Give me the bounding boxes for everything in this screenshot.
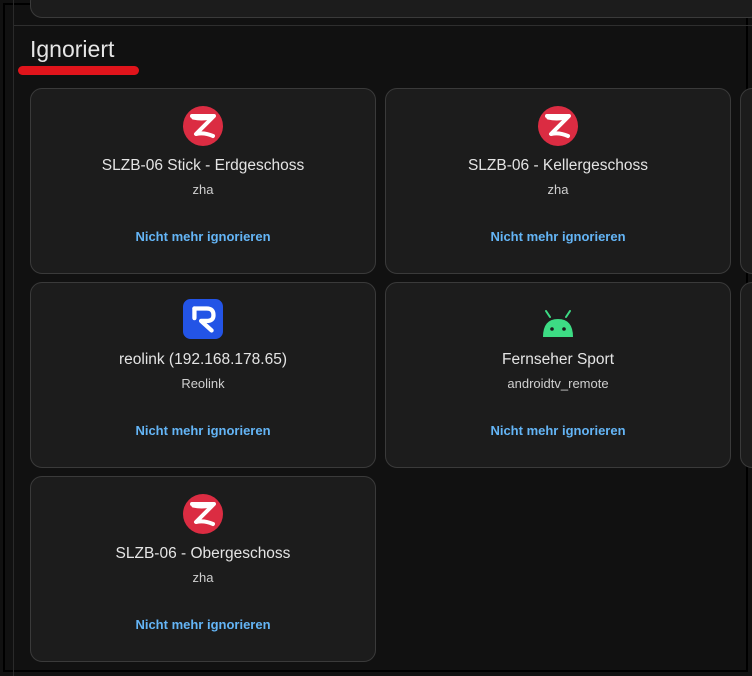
card-title: SLZB-06 - Kellergeschoss (467, 157, 649, 174)
zigbee-icon (183, 106, 223, 146)
unignore-button[interactable]: Nicht mehr ignorieren (386, 423, 730, 438)
unignore-button[interactable]: Nicht mehr ignorieren (386, 229, 730, 244)
card-subtitle: zha (192, 182, 214, 197)
card-title: Fernseher Sport (502, 351, 614, 368)
ignored-integration-card: SLZB-06 - Kellergeschoss zha Nicht mehr … (385, 88, 731, 274)
unignore-button[interactable]: Nicht mehr ignorieren (31, 423, 375, 438)
ignored-integration-card: SLZB-06 - Obergeschoss zha Nicht mehr ig… (30, 476, 376, 662)
sidebar-divider (13, 0, 14, 676)
android-icon (543, 310, 573, 337)
zigbee-icon (538, 106, 578, 146)
offscreen-card (740, 88, 752, 274)
ignored-integration-card: Fernseher Sport androidtv_remote Nicht m… (385, 282, 731, 468)
section-title: Ignoriert (30, 36, 115, 62)
offscreen-card (740, 282, 752, 468)
reolink-icon (183, 299, 223, 339)
unignore-button[interactable]: Nicht mehr ignorieren (31, 229, 375, 244)
ignored-integration-card: SLZB-06 Stick - Erdgeschoss zha Nicht me… (30, 88, 376, 274)
unignore-button[interactable]: Nicht mehr ignorieren (31, 617, 375, 632)
section-divider (14, 25, 752, 26)
card-title: SLZB-06 Stick - Erdgeschoss (101, 157, 305, 174)
highlight-underline (18, 66, 139, 75)
zigbee-icon (183, 494, 223, 534)
card-subtitle: androidtv_remote (507, 376, 609, 391)
card-title: reolink (192.168.178.65) (118, 351, 288, 368)
card-subtitle: zha (192, 570, 214, 585)
card-subtitle: Reolink (181, 376, 225, 391)
card-subtitle: zha (547, 182, 569, 197)
ignored-integration-card: reolink (192.168.178.65) Reolink Nicht m… (30, 282, 376, 468)
card-title: SLZB-06 - Obergeschoss (115, 545, 291, 562)
previous-section-card (30, 0, 752, 18)
